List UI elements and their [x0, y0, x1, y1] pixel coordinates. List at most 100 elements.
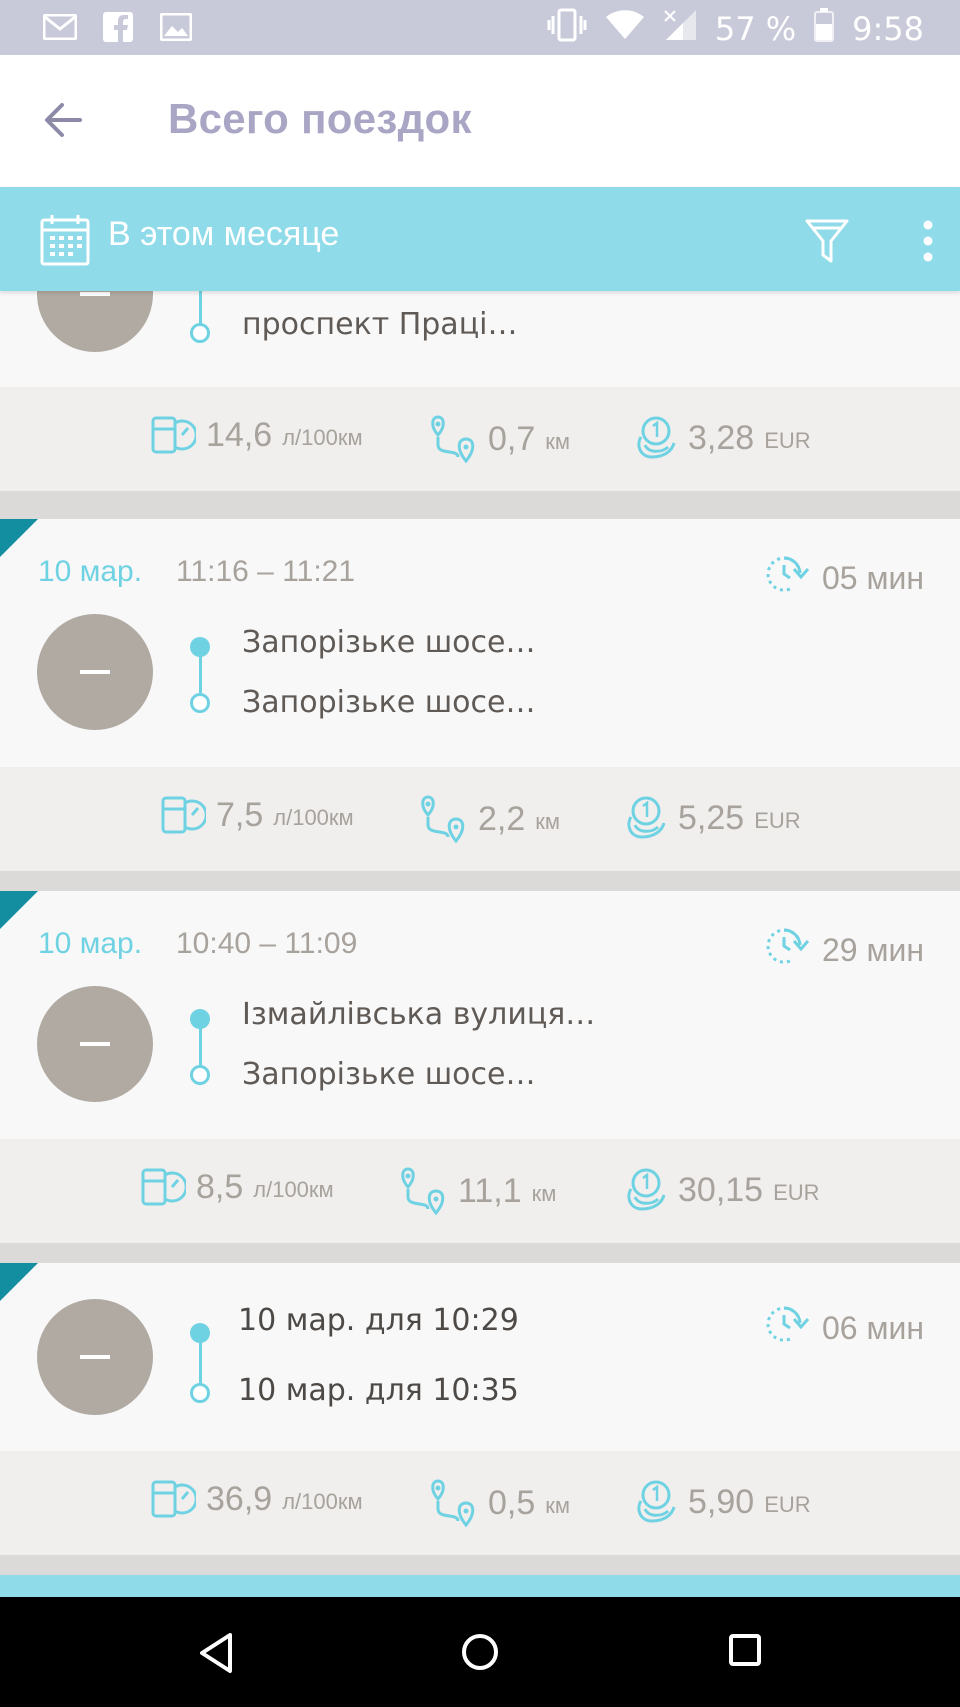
driver-avatar — [37, 291, 153, 352]
driver-avatar — [37, 986, 153, 1102]
distance-stat: 2,2 км — [418, 795, 560, 843]
consumption-unit: л/100км — [282, 1489, 363, 1514]
route-pin-icon — [398, 1167, 448, 1215]
consumption-unit: л/100км — [282, 425, 363, 450]
trip-duration: 29 мин — [764, 925, 924, 975]
consumption-value: 36,9 — [206, 1479, 273, 1518]
cost-unit: EUR — [754, 808, 801, 833]
trip-marker — [0, 519, 38, 557]
consumption-value: 8,5 — [196, 1167, 244, 1206]
app-bar: Всего поездок — [0, 55, 960, 187]
nav-home-icon[interactable] — [461, 1633, 499, 1671]
coins-icon — [634, 1479, 678, 1525]
image-icon — [158, 10, 194, 44]
cost-value: 3,28 — [688, 418, 755, 457]
trip-start-address: Ізмайлівська вулиця… — [242, 997, 596, 1032]
trip-time-range: 10:40 – 11:09 — [176, 927, 358, 960]
cost-stat: 5,90 EUR — [634, 1479, 811, 1525]
filter-icon[interactable] — [804, 217, 850, 265]
route-indicator — [190, 291, 214, 343]
coins-icon — [624, 1167, 668, 1213]
distance-value: 11,1 — [458, 1171, 522, 1210]
trip-card[interactable]: проспект Праці… 14,6 л/100км 0,7 км 3,28… — [0, 291, 960, 491]
trip-start-time: 10 мар. для 10:29 — [238, 1303, 519, 1338]
wifi-icon — [605, 9, 645, 49]
trip-stats: 7,5 л/100км 2,2 км 5,25 EUR — [0, 767, 960, 871]
trip-end-address: Запорізьке шосе… — [242, 1057, 536, 1092]
consumption-unit: л/100км — [273, 805, 354, 830]
period-filter-bar: В этом месяце — [0, 187, 960, 291]
cost-stat: 3,28 EUR — [634, 415, 811, 461]
consumption-stat: 36,9 л/100км — [150, 1479, 363, 1519]
trip-marker — [0, 891, 38, 929]
clock-history-icon — [764, 1303, 810, 1353]
route-indicator — [190, 637, 214, 717]
consumption-value: 14,6 — [206, 415, 273, 454]
cost-unit: EUR — [764, 428, 811, 453]
route-indicator — [190, 1323, 214, 1403]
nav-recent-icon[interactable] — [728, 1633, 762, 1667]
cost-unit: EUR — [764, 1492, 811, 1517]
route-pin-icon — [428, 415, 478, 463]
coins-icon — [624, 795, 668, 841]
period-label[interactable]: В этом месяце — [108, 215, 339, 254]
fuel-gauge-icon — [160, 795, 206, 835]
trip-stats: 36,9 л/100км 0,5 км 5,90 EUR — [0, 1451, 960, 1555]
fuel-gauge-icon — [150, 1479, 196, 1519]
trip-start-address: Запорізьке шосе… — [242, 625, 536, 660]
clock-history-icon — [764, 553, 810, 603]
trip-list[interactable]: проспект Праці… 14,6 л/100км 0,7 км 3,28… — [0, 291, 960, 1597]
trip-duration: 06 мин — [764, 1303, 924, 1353]
trip-duration-value: 05 мин — [821, 559, 924, 596]
route-pin-icon — [418, 795, 468, 843]
trip-time-range: 11:16 – 11:21 — [176, 555, 356, 588]
distance-stat: 0,7 км — [428, 415, 570, 463]
distance-stat: 11,1 км — [398, 1167, 556, 1215]
coins-icon — [634, 415, 678, 461]
distance-unit: км — [545, 1493, 571, 1518]
battery-percent: 57 % — [714, 10, 797, 48]
facebook-icon — [100, 10, 136, 44]
battery-icon — [814, 8, 835, 50]
trip-date: 10 мар. — [38, 927, 143, 960]
route-indicator — [190, 1009, 214, 1089]
more-vert-icon[interactable] — [918, 217, 938, 265]
arrow-left-icon[interactable] — [40, 95, 90, 145]
trip-duration-value: 29 мин — [821, 931, 924, 968]
route-pin-icon — [428, 1479, 478, 1527]
cost-value: 5,25 — [678, 798, 745, 837]
trip-card[interactable]: 10 мар. 10:40 – 11:09 29 мин Ізмайлівськ… — [0, 891, 960, 1243]
fuel-gauge-icon — [140, 1167, 186, 1207]
calendar-icon[interactable] — [40, 214, 90, 266]
bottom-accent-strip — [0, 1575, 960, 1597]
nav-back-icon[interactable] — [196, 1631, 236, 1675]
trip-marker — [0, 1263, 38, 1301]
cost-unit: EUR — [773, 1180, 820, 1205]
consumption-stat: 7,5 л/100км — [160, 795, 354, 835]
cost-stat: 5,25 EUR — [624, 795, 801, 841]
clock-history-icon — [764, 925, 810, 975]
driver-avatar — [37, 1299, 153, 1415]
distance-value: 2,2 — [478, 799, 526, 838]
trip-duration: 05 мин — [764, 553, 924, 603]
consumption-value: 7,5 — [216, 795, 264, 834]
cost-value: 5,90 — [688, 1482, 755, 1521]
cost-value: 30,15 — [678, 1170, 764, 1209]
signal-icon — [663, 9, 697, 49]
trip-date: 10 мар. — [38, 555, 143, 588]
distance-unit: км — [545, 429, 571, 454]
clock: 9:58 — [852, 10, 924, 48]
trip-card[interactable]: 06 мин 10 мар. для 10:29 10 мар. для 10:… — [0, 1263, 960, 1555]
system-nav-bar — [0, 1597, 960, 1707]
trip-stats: 8,5 л/100км 11,1 км 30,15 EUR — [0, 1139, 960, 1243]
distance-unit: км — [531, 1181, 557, 1206]
cost-stat: 30,15 EUR — [624, 1167, 820, 1213]
trip-duration-value: 06 мин — [821, 1309, 924, 1346]
trip-end-address: Запорізьке шосе… — [242, 685, 536, 720]
gmail-icon — [42, 10, 78, 44]
distance-value: 0,5 — [488, 1483, 536, 1522]
trip-end-address: проспект Праці… — [242, 307, 518, 342]
distance-value: 0,7 — [488, 419, 536, 458]
consumption-stat: 8,5 л/100км — [140, 1167, 334, 1207]
trip-card[interactable]: 10 мар. 11:16 – 11:21 05 мин Запорізьке … — [0, 519, 960, 871]
